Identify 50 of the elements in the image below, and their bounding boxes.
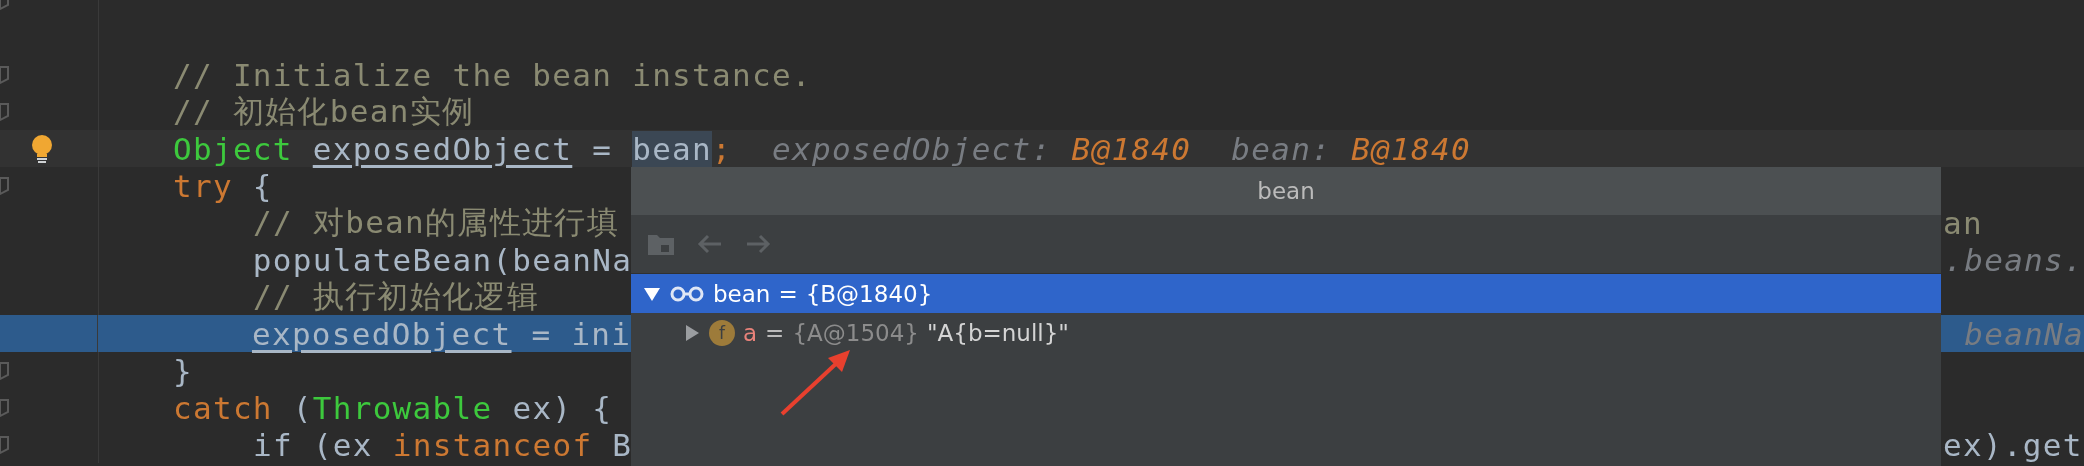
variable-name: a	[743, 319, 758, 346]
code-token: ex) {	[511, 389, 613, 426]
fold-marker-icon[interactable]	[0, 102, 10, 121]
code-token: ex).get	[1943, 426, 2083, 463]
variable-string: "A{b=null}"	[926, 319, 1069, 346]
code-token: ;	[712, 130, 732, 167]
fold-marker-icon[interactable]	[0, 398, 10, 417]
code-token: if (ex	[253, 426, 374, 463]
collapsed-triangle-icon[interactable]	[683, 323, 701, 342]
code-token: Throwable	[312, 389, 493, 426]
code-comment: // 初始化bean实例	[173, 91, 475, 131]
code-token: (	[291, 389, 313, 426]
tree-row[interactable]: f a = {A@1504} "A{b=null}"	[631, 313, 1941, 352]
code-token: catch	[173, 389, 273, 426]
code-token: exposedObject	[312, 130, 573, 167]
code-token: {	[251, 167, 273, 204]
tree-row[interactable]: bean = {B@1840}	[631, 274, 1941, 313]
code-comment: // 对bean的属性进行填	[253, 202, 619, 242]
code-token: = ini	[530, 315, 632, 352]
fold-marker-icon[interactable]	[0, 65, 10, 84]
equals-sign: =	[778, 280, 798, 307]
code-token: bean	[632, 130, 713, 167]
fold-marker-icon[interactable]	[0, 361, 10, 380]
code-token: exposedObject	[251, 315, 512, 352]
code-comment: // 执行初始化逻辑	[253, 277, 539, 316]
popup-title: bean	[631, 167, 1941, 215]
inline-value-hint: exposedObject:	[772, 130, 1052, 167]
code-token: }	[173, 352, 193, 389]
inline-value-hint: .beans.	[1944, 241, 2084, 278]
fold-marker-icon[interactable]	[0, 176, 10, 195]
code-token: instanceof	[392, 426, 593, 463]
variable-value: {B@1840}	[805, 280, 933, 307]
code-comment: // Initialize the bean instance.	[173, 56, 812, 93]
lightbulb-icon[interactable]	[31, 134, 53, 163]
inline-value-hint: B@1840	[1351, 130, 1471, 167]
variable-value: {A@1504}	[792, 319, 919, 346]
field-badge: f	[709, 319, 735, 346]
code-token: Object	[173, 130, 294, 167]
code-token: populateBean(beanNa	[252, 241, 633, 278]
code-token: try	[173, 167, 233, 204]
code-token: =	[591, 130, 614, 167]
inline-value-hint: B@1840	[1071, 130, 1192, 167]
glasses-icon	[669, 285, 705, 302]
fold-marker-icon[interactable]	[0, 435, 10, 454]
code-comment: an	[1943, 204, 1983, 241]
inline-value-hint: bean:	[1231, 130, 1332, 167]
variable-name: bean	[713, 280, 771, 307]
inline-value-hint: beanNa	[1964, 315, 2084, 352]
equals-sign: =	[765, 319, 785, 346]
code-token: B	[611, 426, 633, 463]
